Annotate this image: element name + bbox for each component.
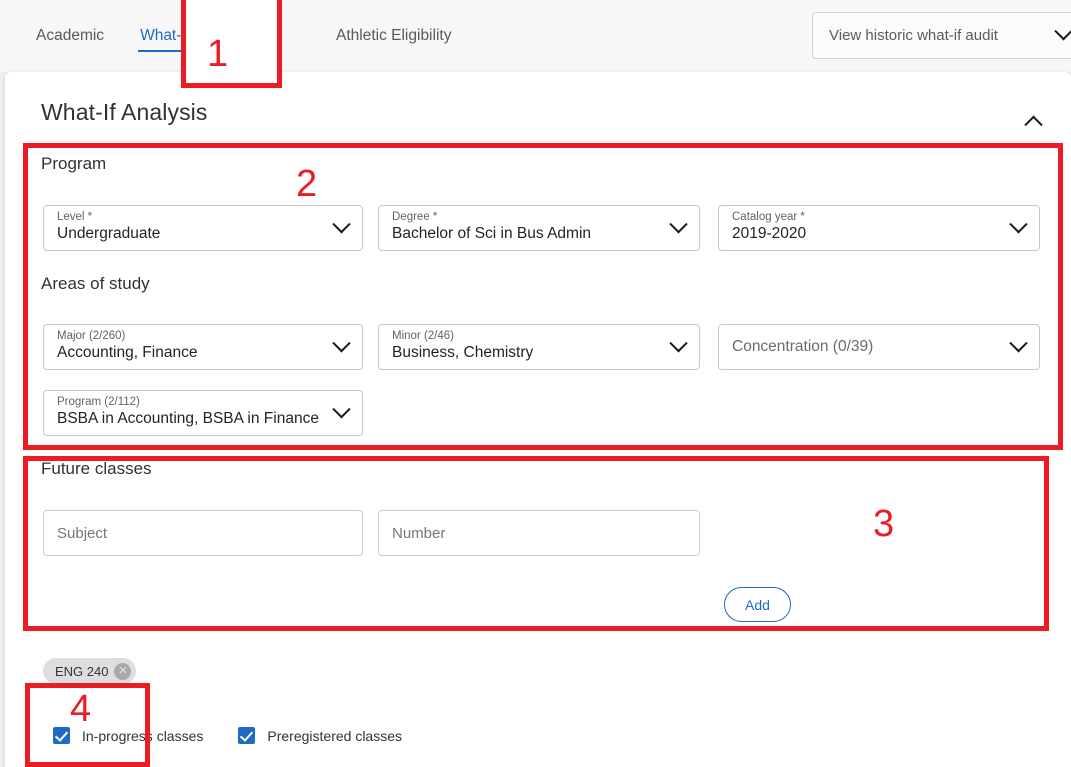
subject-input[interactable]	[43, 510, 363, 556]
tab-bar: Academic What-If Athletic Eligibility Vi…	[0, 0, 1071, 72]
degree-select[interactable]: Degree * Bachelor of Sci in Bus Admin	[378, 205, 700, 251]
level-select-value: Undergraduate	[57, 225, 161, 242]
historic-audit-label: View historic what-if audit	[829, 27, 998, 44]
tab-academic-label: Academic	[36, 27, 105, 44]
degree-select-value: Bachelor of Sci in Bus Admin	[392, 225, 592, 242]
close-circle-icon[interactable]: ✕	[114, 662, 132, 680]
chevron-up-icon	[1023, 115, 1043, 134]
program-section-heading: Program	[41, 154, 107, 173]
app-root: Academic What-If Athletic Eligibility Vi…	[0, 0, 1071, 767]
major-select-label: Major (2/260)	[57, 330, 126, 342]
catalog-year-select-value: 2019-2020	[732, 225, 807, 242]
in-progress-classes-label: In-progress classes	[82, 727, 204, 744]
chevron-down-icon	[669, 215, 688, 234]
catalog-year-select[interactable]: Catalog year * 2019-2020	[718, 205, 1040, 251]
preregistered-classes-checkbox[interactable]	[238, 727, 256, 744]
major-select-value: Accounting, Finance	[57, 344, 198, 361]
minor-select-label: Minor (2/46)	[392, 330, 454, 342]
collapse-card-button[interactable]	[1017, 104, 1049, 136]
page-title: What-If Analysis	[41, 99, 208, 125]
tab-list: Academic What-If Athletic Eligibility	[18, 0, 469, 72]
future-class-chip-label: ENG 240	[55, 663, 109, 679]
tab-what-if[interactable]: What-If	[122, 0, 208, 72]
chevron-down-icon	[1009, 334, 1028, 353]
major-select[interactable]: Major (2/260) Accounting, Finance	[43, 324, 363, 370]
chevron-down-icon	[1009, 215, 1028, 234]
minor-select-value: Business, Chemistry	[392, 344, 534, 361]
what-if-card: What-If Analysis Program Level * Undergr…	[5, 72, 1071, 767]
chevron-down-icon	[332, 400, 351, 419]
future-class-chip[interactable]: ENG 240 ✕	[43, 658, 137, 684]
program-select-value: BSBA in Accounting, BSBA in Finance	[57, 410, 319, 427]
historic-audit-dropdown[interactable]: View historic what-if audit	[812, 12, 1071, 59]
number-input[interactable]	[378, 510, 700, 556]
areas-of-study-heading: Areas of study	[41, 274, 150, 293]
level-select-label: Level *	[57, 211, 93, 223]
concentration-select[interactable]: Concentration (0/39)	[718, 324, 1040, 370]
chevron-down-icon	[332, 334, 351, 353]
tab-what-if-label: What-If	[140, 27, 191, 44]
add-future-class-button[interactable]: Add	[724, 587, 791, 622]
catalog-year-select-label: Catalog year *	[732, 211, 805, 223]
tab-academic[interactable]: Academic	[18, 0, 122, 72]
future-classes-heading: Future classes	[41, 459, 152, 478]
minor-select[interactable]: Minor (2/46) Business, Chemistry	[378, 324, 700, 370]
tab-athletic-eligibility[interactable]: Athletic Eligibility	[318, 0, 469, 72]
program-select[interactable]: Program (2/112) BSBA in Accounting, BSBA…	[43, 390, 363, 436]
chevron-down-icon	[332, 215, 351, 234]
level-select[interactable]: Level * Undergraduate	[43, 205, 363, 251]
chevron-down-icon	[669, 334, 688, 353]
class-options-row: In-progress classes Preregistered classe…	[53, 727, 402, 744]
tab-athletic-eligibility-label: Athletic Eligibility	[336, 27, 452, 44]
concentration-select-placeholder: Concentration (0/39)	[732, 338, 874, 355]
degree-select-label: Degree *	[392, 211, 438, 223]
preregistered-classes-label: Preregistered classes	[267, 727, 403, 744]
in-progress-classes-checkbox[interactable]	[53, 727, 70, 744]
program-select-label: Program (2/112)	[57, 396, 140, 408]
